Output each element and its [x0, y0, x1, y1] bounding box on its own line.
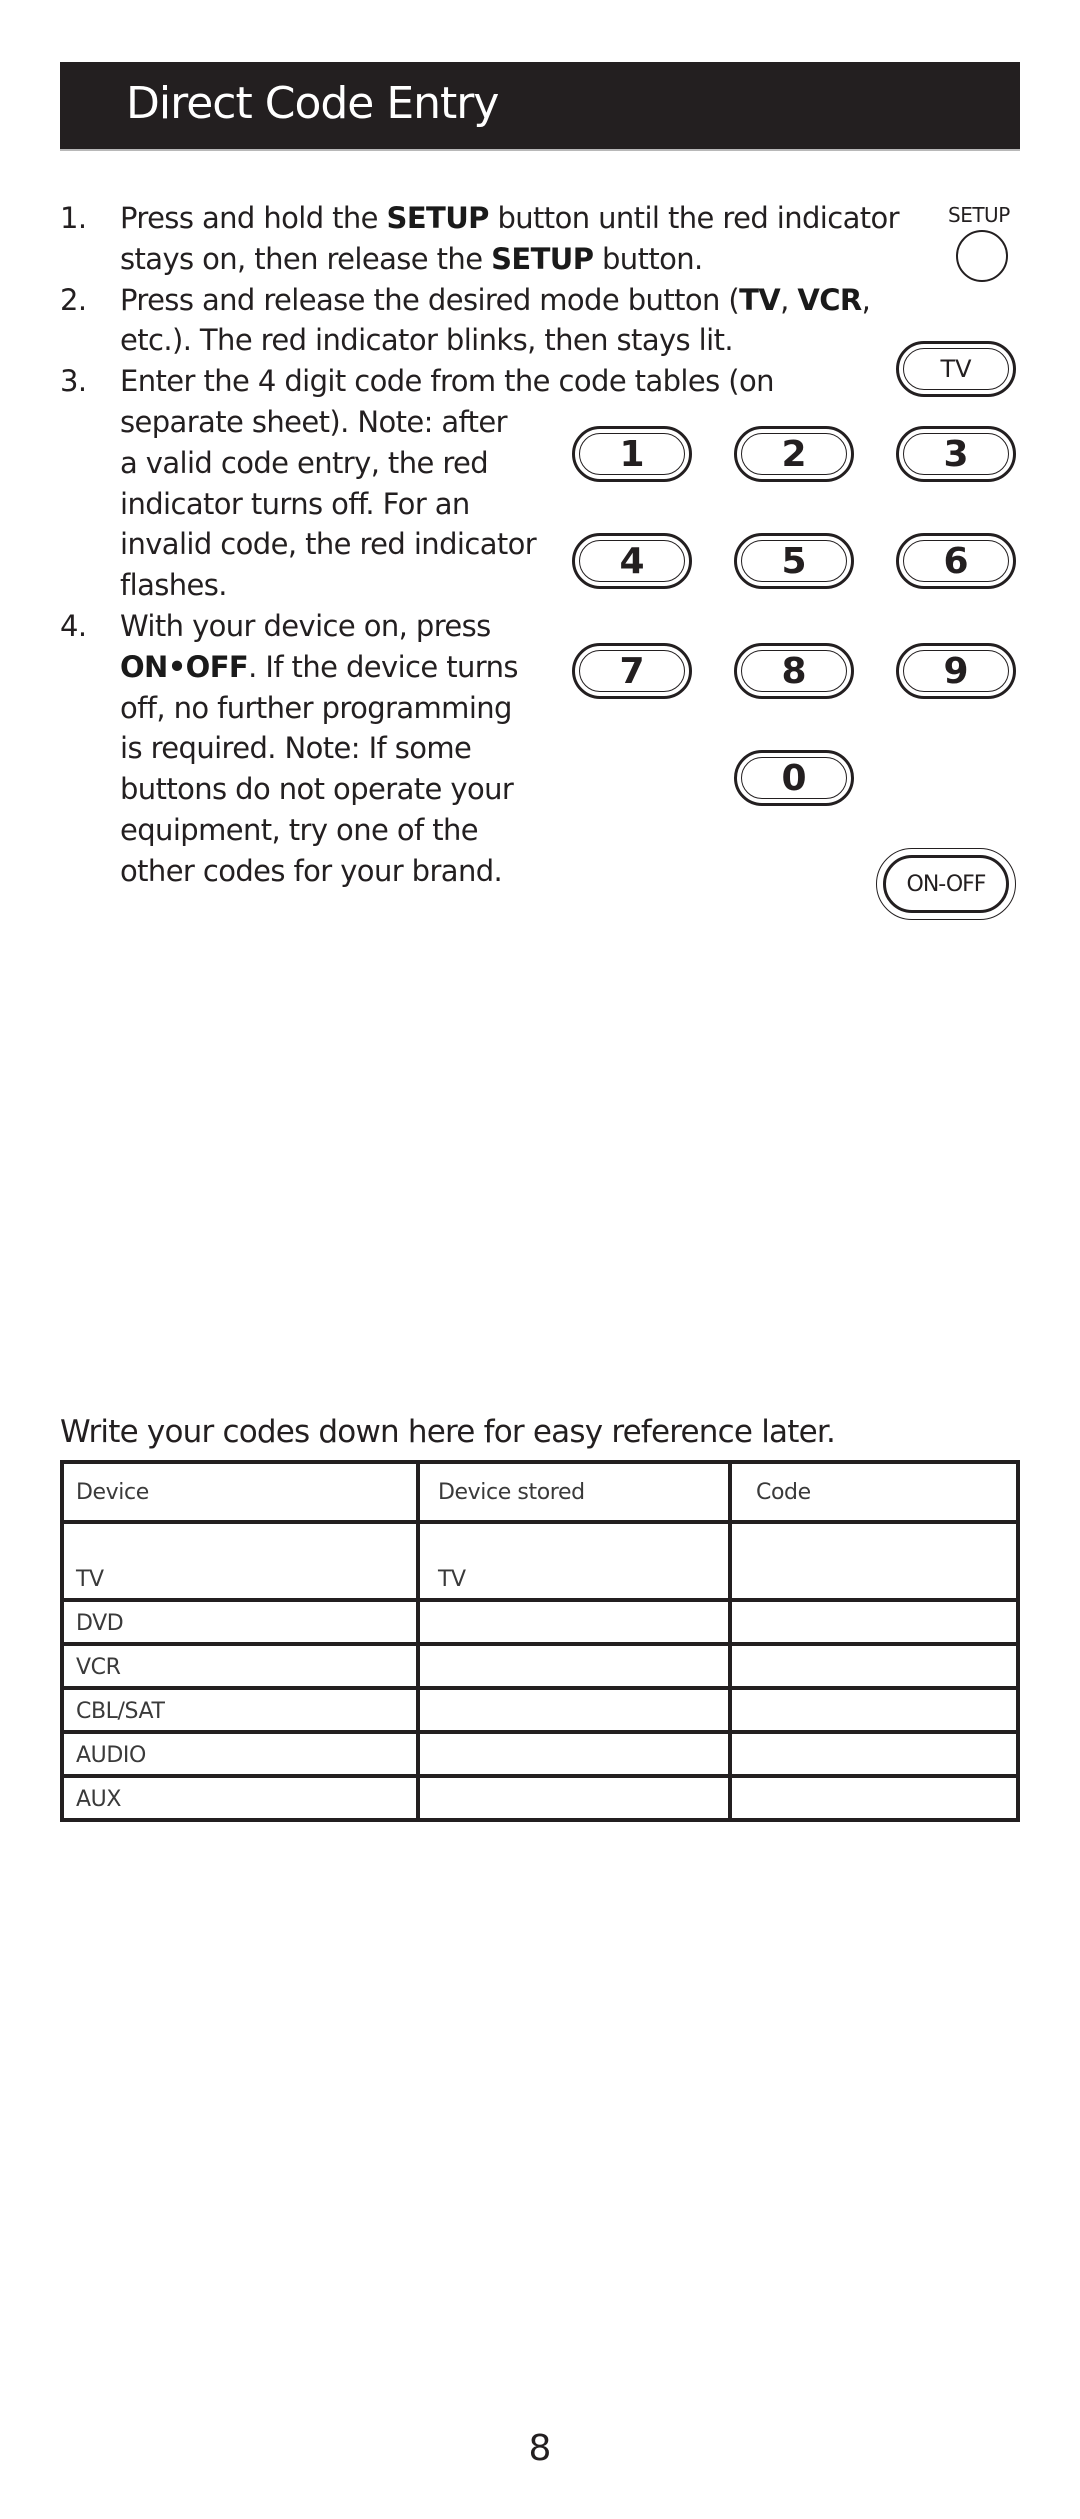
- key-label: 4: [619, 540, 645, 582]
- code-cell: [728, 1686, 1020, 1734]
- key-8-icon: 8: [734, 643, 854, 699]
- on-off-label: ON-OFF: [906, 871, 987, 897]
- key-label: 9: [943, 650, 969, 692]
- step-text-line: ON•OFF. If the device turns: [120, 649, 519, 684]
- device-cell: VCR: [60, 1642, 420, 1690]
- step-text-line: is required. Note: If some: [120, 731, 472, 766]
- step-text-line: etc.). The red indicator blinks, then st…: [120, 323, 734, 358]
- table-row: TV TV: [60, 1520, 1020, 1602]
- device-stored-cell: [416, 1730, 732, 1778]
- key-label: 1: [619, 433, 645, 475]
- table-row: VCR: [60, 1642, 1020, 1690]
- step-text-line: Press and hold the SETUP button until th…: [120, 201, 900, 235]
- table-row: AUDIO: [60, 1730, 1020, 1778]
- key-1-icon: 1: [572, 426, 692, 482]
- key-0-icon: 0: [734, 750, 854, 806]
- codes-table: Device Device stored Code TV TV DVD VCR CBL/…: [60, 1460, 1020, 1822]
- device-stored-cell: [416, 1598, 732, 1646]
- step-text-line: Enter the 4 digit code from the code tab…: [120, 364, 775, 399]
- device-stored-cell: TV: [416, 1520, 732, 1602]
- device-stored-cell: [416, 1774, 732, 1822]
- step-text-line: other codes for your brand.: [120, 853, 503, 888]
- setup-label: SETUP: [948, 203, 1010, 227]
- step-text-line: off, no further programming: [120, 690, 512, 725]
- key-label: 8: [781, 650, 807, 692]
- code-cell: [728, 1598, 1020, 1646]
- step-text-line: equipment, try one of the: [120, 813, 479, 847]
- step-text-line: Press and release the desired mode butto…: [120, 282, 871, 317]
- button-name-emphasis: SETUP: [386, 201, 490, 235]
- code-cell: [728, 1642, 1020, 1690]
- button-name-emphasis: VCR: [797, 282, 862, 317]
- button-name-emphasis: SETUP: [491, 241, 594, 276]
- section-header: Direct Code Entry: [60, 62, 1020, 149]
- key-5-icon: 5: [734, 533, 854, 589]
- column-header-code: Code: [728, 1460, 1020, 1524]
- step-text-line: flashes.: [120, 568, 228, 603]
- device-cell: DVD: [60, 1598, 420, 1646]
- key-label: 6: [943, 540, 969, 582]
- key-label: 0: [781, 757, 807, 799]
- table-header-row: Device Device stored Code: [60, 1460, 1020, 1524]
- button-name-emphasis: ON•OFF: [120, 649, 249, 684]
- key-2-icon: 2: [734, 426, 854, 482]
- key-label: 3: [943, 433, 969, 475]
- step-number: 4.: [60, 609, 87, 643]
- on-off-button-icon: ON-OFF: [876, 848, 1016, 920]
- step-text-line: buttons do not operate your: [120, 772, 514, 807]
- device-stored-cell: [416, 1686, 732, 1734]
- step-number: 3.: [60, 364, 87, 399]
- step-text-line: With your device on, press: [120, 609, 491, 643]
- step-number: 2.: [60, 282, 87, 317]
- codes-note: Write your codes down here for easy refe…: [60, 1414, 836, 1450]
- table-row: DVD: [60, 1598, 1020, 1646]
- page-title: Direct Code Entry: [126, 78, 499, 129]
- step-text-line: separate sheet). Note: after: [120, 405, 508, 439]
- key-4-icon: 4: [572, 533, 692, 589]
- code-cell: [728, 1730, 1020, 1778]
- key-label: 5: [781, 540, 807, 582]
- button-name-emphasis: TV: [739, 282, 781, 317]
- setup-button-icon: [956, 230, 1008, 282]
- code-cell: [728, 1774, 1020, 1822]
- tv-button-label: TV: [940, 355, 972, 383]
- device-cell: TV: [60, 1520, 420, 1602]
- device-cell: AUX: [60, 1774, 420, 1822]
- key-label: 2: [781, 433, 807, 475]
- key-label: 7: [619, 650, 645, 692]
- table-row: CBL/SAT: [60, 1686, 1020, 1734]
- column-header-device: Device: [60, 1460, 420, 1524]
- device-cell: CBL/SAT: [60, 1686, 420, 1734]
- step-text-line: invalid code, the red indicator: [120, 527, 537, 562]
- key-7-icon: 7: [572, 643, 692, 699]
- column-header-device-stored: Device stored: [416, 1460, 732, 1524]
- key-3-icon: 3: [896, 426, 1016, 482]
- page-number: 8: [528, 2428, 552, 2469]
- tv-button-icon: TV: [896, 341, 1016, 397]
- device-stored-cell: [416, 1642, 732, 1690]
- step-text-line: stays on, then release the SETUP button.: [120, 241, 703, 276]
- step-text-line: a valid code entry, the red: [120, 445, 489, 480]
- device-cell: AUDIO: [60, 1730, 420, 1778]
- step-text-line: indicator turns off. For an: [120, 486, 470, 521]
- code-cell: [728, 1520, 1020, 1602]
- table-row: AUX: [60, 1774, 1020, 1822]
- key-6-icon: 6: [896, 533, 1016, 589]
- key-9-icon: 9: [896, 643, 1016, 699]
- step-number: 1.: [60, 201, 87, 235]
